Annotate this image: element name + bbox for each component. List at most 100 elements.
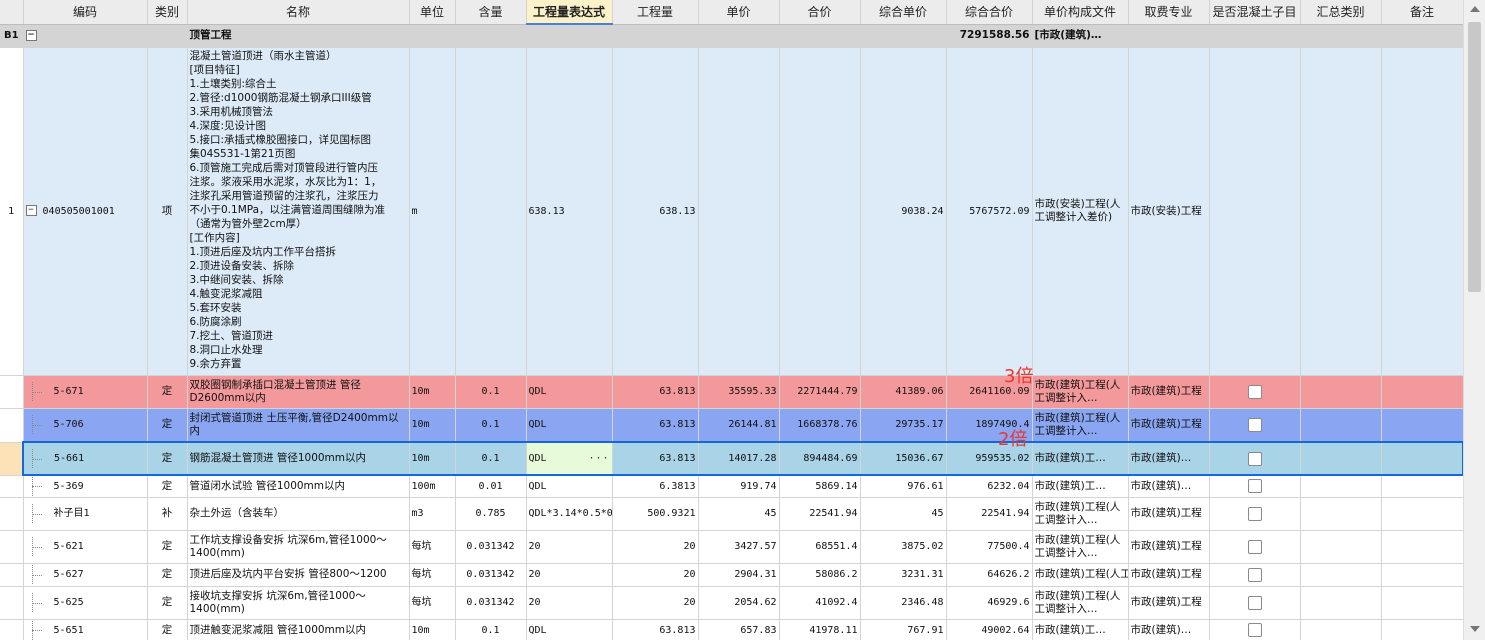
quota-unit-price[interactable]: 2054.62 (698, 586, 780, 620)
remark[interactable] (1381, 408, 1463, 443)
summary-type[interactable] (1300, 530, 1382, 564)
col-header-price-file[interactable]: 单价构成文件 (1032, 0, 1129, 25)
quota-unit-price[interactable]: 14017.28 (698, 441, 780, 476)
quota-comp-price[interactable]: 15036.67 (860, 441, 947, 476)
quota-row[interactable]: 5-369 定管道闭水试验 管径1000mm以内 100m 0.01 QDL 6.3813… (0, 475, 1463, 498)
quota-expression[interactable]: QDL ··· (526, 441, 613, 476)
collapse-icon[interactable]: − (25, 205, 37, 216)
quota-code[interactable]: 5-621 (23, 530, 148, 564)
summary-type[interactable] (1300, 497, 1382, 531)
concrete-flag[interactable] (1209, 375, 1301, 409)
quota-expression[interactable]: QDL (526, 475, 613, 498)
concrete-checkbox[interactable] (1247, 451, 1262, 466)
quota-price-file[interactable]: 市政(建筑)工… (1032, 441, 1129, 476)
quota-quantity[interactable]: 63.813 (612, 408, 699, 443)
summary-type[interactable] (1300, 375, 1382, 409)
collapse-icon[interactable]: − (25, 29, 37, 41)
quota-comp-total[interactable]: 77500.4 (946, 530, 1033, 564)
item-comp-price[interactable]: 9038.24 (860, 47, 947, 376)
row-index[interactable] (0, 586, 24, 620)
quota-quantity[interactable]: 500.9321 (612, 497, 699, 531)
row-index[interactable] (0, 497, 24, 531)
quota-code[interactable]: 5-369 (23, 475, 148, 498)
quota-name[interactable]: 杂土外运（含装车） (187, 497, 410, 531)
col-header-comp-unit-price[interactable]: 综合单价 (860, 0, 947, 25)
quota-unit[interactable]: 10m (409, 619, 456, 640)
concrete-flag[interactable] (1209, 408, 1301, 443)
col-header-content[interactable]: 含量 (455, 0, 527, 25)
row-index[interactable] (0, 563, 24, 587)
item-price-file[interactable]: 市政(安装)工程(人工调整计入差价) (1032, 47, 1129, 376)
quota-comp-price[interactable]: 767.91 (860, 619, 947, 640)
corner-header[interactable] (0, 0, 24, 25)
quota-content[interactable]: 0.1 (455, 441, 527, 476)
quota-comp-price[interactable]: 3231.31 (860, 563, 947, 587)
quota-content[interactable]: 0.1 (455, 375, 527, 409)
quota-unit-price[interactable]: 35595.33 (698, 375, 780, 409)
summary-type[interactable] (1300, 475, 1382, 498)
row-index[interactable] (0, 375, 24, 409)
quota-expression[interactable]: QDL (526, 619, 613, 640)
summary-type[interactable] (1300, 586, 1382, 620)
quota-comp-price[interactable]: 3875.02 (860, 530, 947, 564)
summary-type[interactable] (1300, 441, 1382, 476)
quota-total-price[interactable]: 22541.94 (779, 497, 861, 531)
quota-price-file[interactable]: 市政(建筑)工… (1032, 475, 1129, 498)
concrete-flag[interactable] (1209, 441, 1301, 476)
section-total[interactable]: 7291588.56 (946, 24, 1033, 48)
row-index[interactable]: B1 (0, 24, 24, 48)
quota-row[interactable]: 补子目1 补杂土外运（含装车）m30.785QDL*3.14*0.5*0.5500… (0, 497, 1463, 531)
quota-unit-price[interactable]: 3427.57 (698, 530, 780, 564)
quota-type[interactable]: 定 (147, 441, 188, 476)
summary-type[interactable] (1300, 408, 1382, 443)
concrete-checkbox[interactable] (1247, 417, 1262, 432)
quota-total-price[interactable]: 58086.2 (779, 563, 861, 587)
quota-unit[interactable]: 100m (409, 475, 456, 498)
quota-unit-price[interactable]: 2904.31 (698, 563, 780, 587)
quota-fee-specialty[interactable]: 市政(建筑)… (1128, 475, 1210, 498)
remark[interactable] (1381, 375, 1463, 409)
quota-content[interactable]: 0.1 (455, 408, 527, 443)
col-header-expression[interactable]: 工程量表达式 (526, 0, 613, 25)
section-file[interactable]: [市政(建筑)… (1032, 24, 1129, 48)
quota-unit-price[interactable]: 657.83 (698, 619, 780, 640)
quota-type[interactable]: 定 (147, 530, 188, 564)
concrete-flag[interactable] (1209, 586, 1301, 620)
quota-comp-total[interactable]: 64626.2 (946, 563, 1033, 587)
scroll-down-arrow-icon[interactable] (1470, 626, 1480, 632)
quota-quantity[interactable]: 63.813 (612, 441, 699, 476)
remark[interactable] (1381, 441, 1463, 476)
quota-unit[interactable]: 每坑 (409, 563, 456, 587)
quota-content[interactable]: 0.031342 (455, 563, 527, 587)
quota-type[interactable]: 定 (147, 563, 188, 587)
col-header-unit[interactable]: 单位 (409, 0, 456, 25)
quota-quantity[interactable]: 63.813 (612, 619, 699, 640)
quota-code[interactable]: 5-625 (23, 586, 148, 620)
quota-content[interactable]: 0.031342 (455, 586, 527, 620)
quota-name[interactable]: 工作坑支撑设备安拆 坑深6m,管径1000～1400(mm) (187, 530, 410, 564)
concrete-checkbox[interactable] (1247, 623, 1262, 637)
concrete-checkbox[interactable] (1247, 539, 1262, 554)
summary-type[interactable] (1300, 563, 1382, 587)
quota-fee-specialty[interactable]: 市政(建筑)… (1128, 619, 1210, 640)
concrete-flag[interactable] (1209, 619, 1301, 640)
col-header-fee-specialty[interactable]: 取费专业 (1128, 0, 1210, 25)
quota-row[interactable]: 5-661 定钢筋混凝土管顶进 管径1000mm以内 10m 0.1 QDL ··· 63.… (0, 441, 1463, 476)
quota-price-file[interactable]: 市政(建筑)工程(人工调整计入… (1032, 530, 1129, 564)
quota-type[interactable]: 定 (147, 475, 188, 498)
quota-total-price[interactable]: 1668378.76 (779, 408, 861, 443)
quota-comp-total[interactable]: 49002.64 (946, 619, 1033, 640)
quota-row[interactable]: 5-625 定接收坑支撑安拆 坑深6m,管径1000～1400(mm) 每坑 0.03… (0, 586, 1463, 620)
quota-fee-specialty[interactable]: 市政(建筑)工程 (1128, 408, 1210, 443)
quota-unit[interactable]: 10m (409, 375, 456, 409)
quota-code[interactable]: 5-627 (23, 563, 148, 587)
quota-type[interactable]: 定 (147, 375, 188, 409)
quota-quantity[interactable]: 20 (612, 563, 699, 587)
vertical-scrollbar[interactable] (1463, 0, 1485, 640)
concrete-checkbox[interactable] (1247, 567, 1262, 582)
item-unit[interactable]: m (409, 47, 456, 376)
quota-type[interactable]: 定 (147, 408, 188, 443)
row-index[interactable]: 1 (0, 47, 24, 376)
quota-name[interactable]: 顶进触变泥浆减阻 管径1000mm以内 (187, 619, 410, 640)
quota-code[interactable]: 5-651 (23, 619, 148, 640)
